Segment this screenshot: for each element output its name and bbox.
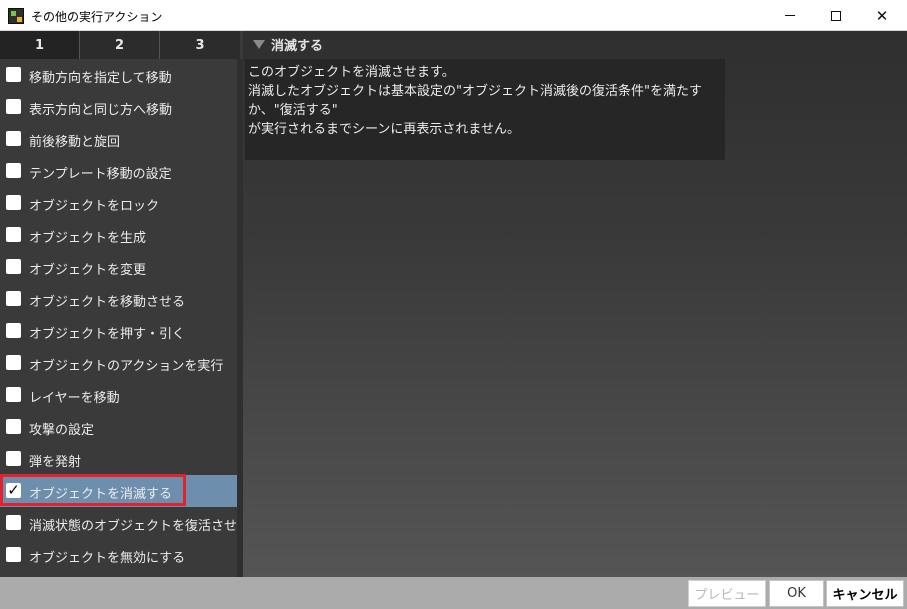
tab-3[interactable]: 3	[160, 31, 240, 59]
collapse-triangle-icon	[253, 39, 265, 49]
action-checkbox[interactable]	[6, 291, 21, 306]
action-item-label: オブジェクトを無効にする	[29, 551, 186, 566]
action-item-label: オブジェクトのアクションを実行	[29, 359, 224, 374]
detail-header-label: 消滅する	[271, 38, 324, 54]
action-item[interactable]: レイヤーを移動	[0, 379, 237, 411]
action-checkbox[interactable]	[6, 67, 21, 82]
action-checkbox[interactable]	[6, 323, 21, 338]
action-item[interactable]: 弾を発射	[0, 443, 237, 475]
action-item-label: オブジェクトを押す・引く	[29, 327, 186, 342]
action-item-label: 弾を発射	[29, 455, 82, 470]
window-title: その他の実行アクション	[31, 10, 163, 24]
action-item-label: オブジェクトを移動させる	[29, 295, 186, 310]
action-checkbox[interactable]	[6, 195, 21, 210]
action-item-label: 攻撃の設定	[29, 423, 95, 438]
button-bar: プレビュー OK キャンセル	[0, 577, 907, 609]
close-icon: ✕	[875, 6, 889, 25]
action-checkbox[interactable]	[6, 355, 21, 370]
action-checkbox[interactable]	[6, 451, 21, 466]
action-item[interactable]: 攻撃の設定	[0, 411, 237, 443]
action-checkbox[interactable]	[6, 419, 21, 434]
action-checkbox[interactable]	[6, 131, 21, 146]
action-item-label: 消滅状態のオブジェクトを復活させる	[29, 519, 237, 534]
action-item[interactable]: オブジェクトのアクションを実行	[0, 347, 237, 379]
action-checkbox[interactable]	[6, 99, 21, 114]
action-checkbox[interactable]	[6, 547, 21, 562]
minimize-icon	[785, 15, 795, 16]
checkmark-icon: ✓	[7, 481, 20, 499]
maximize-icon	[831, 10, 841, 21]
action-item[interactable]: オブジェクトを押す・引く	[0, 315, 237, 347]
action-checkbox[interactable]	[6, 163, 21, 178]
cancel-button[interactable]: キャンセル	[826, 580, 904, 607]
action-item-label: オブジェクトを消滅する	[29, 487, 173, 502]
title-bar: その他の実行アクション ✕	[0, 0, 907, 31]
tab-1[interactable]: 1	[0, 31, 80, 59]
action-item-label: オブジェクトを生成	[29, 231, 147, 246]
app-icon	[8, 8, 24, 24]
action-item[interactable]: ✓ オブジェクトを消滅する	[0, 475, 237, 507]
detail-description: このオブジェクトを消滅させます。 消滅したオブジェクトは基本設定の"オブジェクト…	[245, 59, 725, 160]
ok-button[interactable]: OK	[769, 580, 824, 607]
action-item-label: テンプレート移動の設定	[29, 167, 172, 182]
action-item[interactable]: オブジェクトを無効にする	[0, 539, 237, 571]
action-item[interactable]: オブジェクトをロック	[0, 187, 237, 219]
action-item-label: レイヤーを移動	[29, 391, 120, 406]
close-button[interactable]: ✕	[859, 0, 905, 31]
action-item[interactable]: 消滅状態のオブジェクトを復活させる	[0, 507, 237, 539]
minimize-button[interactable]	[767, 0, 813, 31]
action-checkbox[interactable]	[6, 227, 21, 242]
action-item-label: 移動方向を指定して移動	[29, 71, 172, 86]
action-item-label: 前後移動と旋回	[29, 135, 121, 150]
tab-2[interactable]: 2	[80, 31, 160, 59]
action-item[interactable]: 前後移動と旋回	[0, 123, 237, 155]
action-item-label: オブジェクトを変更	[29, 263, 147, 278]
action-item[interactable]: テンプレート移動の設定	[0, 155, 237, 187]
preview-button[interactable]: プレビュー	[688, 580, 766, 607]
tab-bar: 1 2 3	[0, 31, 240, 59]
action-item[interactable]: オブジェクトを移動させる	[0, 283, 237, 315]
action-item-label: 表示方向と同じ方へ移動	[29, 103, 173, 118]
action-item[interactable]: 表示方向と同じ方へ移動	[0, 91, 237, 123]
action-item[interactable]: オブジェクトを生成	[0, 219, 237, 251]
maximize-button[interactable]	[813, 0, 859, 31]
detail-header[interactable]: 消滅する	[253, 34, 323, 54]
action-checkbox[interactable]: ✓	[6, 483, 21, 498]
action-item-label: オブジェクトをロック	[29, 199, 160, 214]
action-list-panel: 1 2 3 移動方向を指定して移動 表示方向と同じ方へ移動 前後移動と旋回テンプレー…	[0, 31, 243, 577]
action-checkbox[interactable]	[6, 387, 21, 402]
action-item[interactable]: 移動方向を指定して移動	[0, 59, 237, 91]
action-checkbox[interactable]	[6, 515, 21, 530]
action-item[interactable]: オブジェクトを変更	[0, 251, 237, 283]
action-checkbox[interactable]	[6, 259, 21, 274]
detail-panel: 消滅する このオブジェクトを消滅させます。 消滅したオブジェクトは基本設定の"オ…	[243, 31, 907, 577]
